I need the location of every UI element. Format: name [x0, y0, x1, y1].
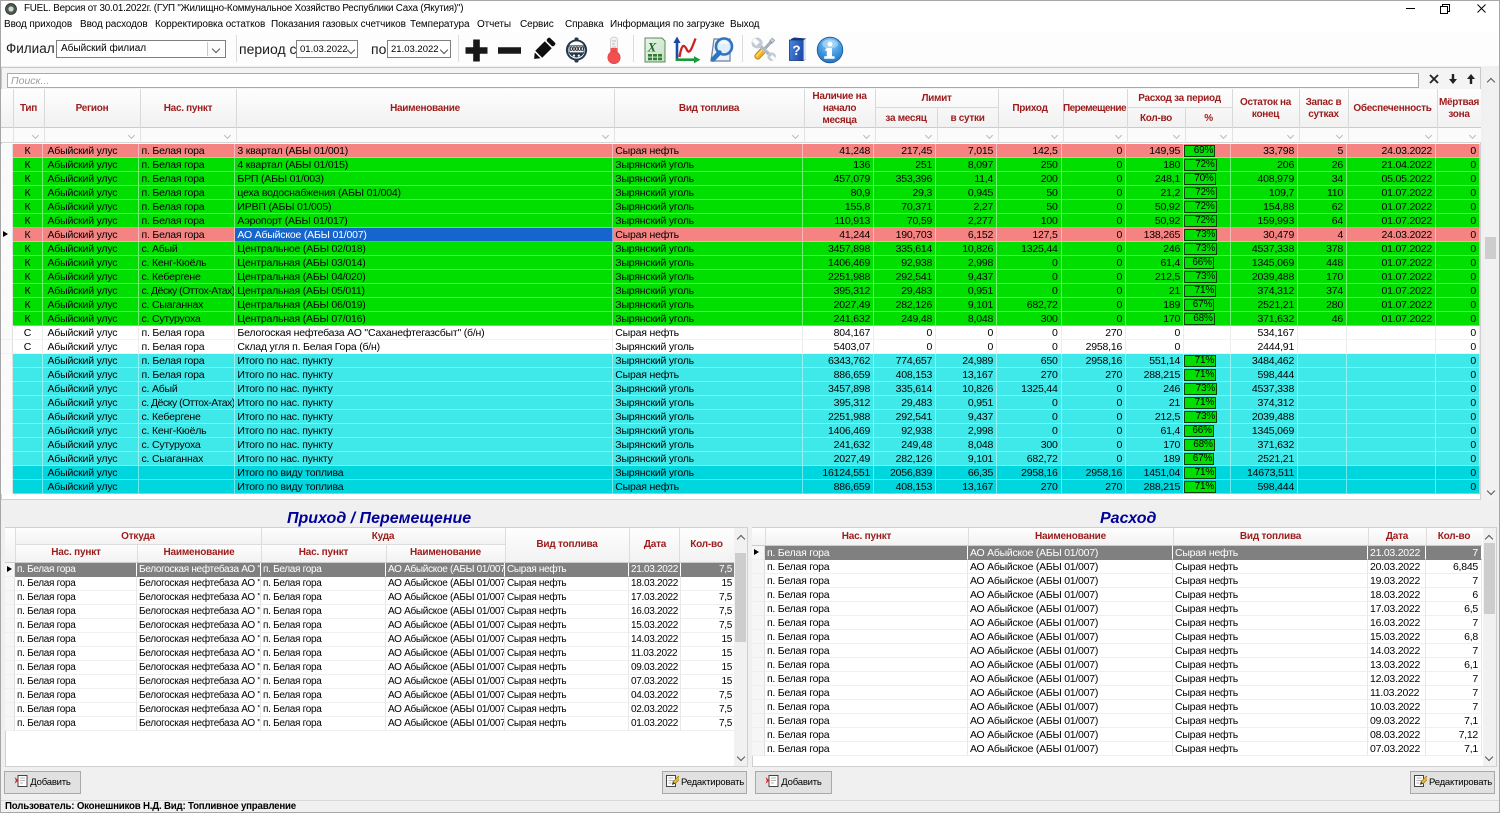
svg-text:?: ? — [792, 43, 800, 58]
svg-text:X: X — [647, 40, 657, 55]
svg-text:00000: 00000 — [570, 47, 585, 53]
